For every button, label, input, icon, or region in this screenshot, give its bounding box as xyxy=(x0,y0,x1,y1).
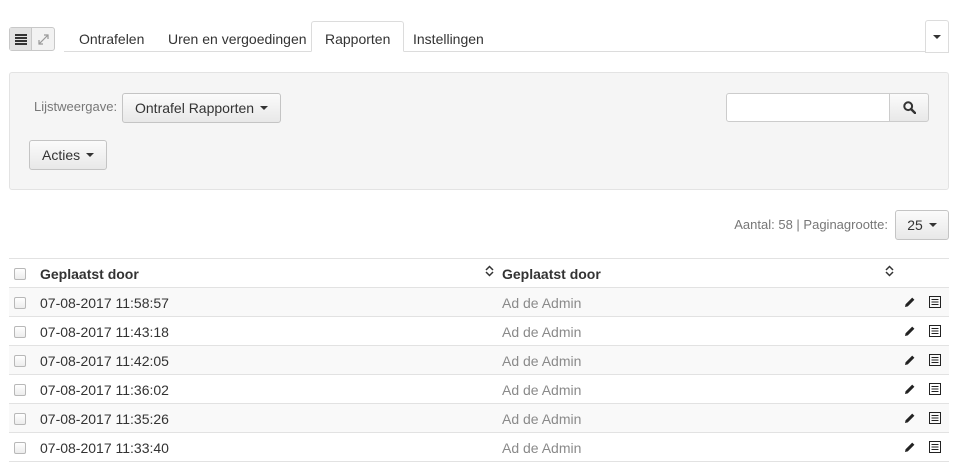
table-row: 07-08-2017 11:43:18 Ad de Admin xyxy=(9,317,949,346)
row-date: 07-08-2017 11:35:26 xyxy=(40,411,169,427)
row-checkbox[interactable] xyxy=(14,355,26,367)
pencil-icon[interactable] xyxy=(903,412,916,425)
list-icon xyxy=(14,33,27,45)
chevron-down-icon xyxy=(928,223,937,227)
row-posted-by: Ad de Admin xyxy=(502,353,582,369)
pencil-icon[interactable] xyxy=(903,383,916,396)
chevron-down-icon xyxy=(86,153,95,157)
sort-icon[interactable] xyxy=(885,265,894,277)
tab-overflow-menu[interactable] xyxy=(925,20,949,53)
reports-table: Geplaatst door Geplaatst door 07-08-2017… xyxy=(9,258,949,462)
row-checkbox[interactable] xyxy=(14,442,26,454)
list-view-label: Lijstweergave: xyxy=(34,99,118,114)
expand-icon xyxy=(37,33,49,45)
actions-dropdown[interactable]: Acties xyxy=(29,140,108,170)
row-posted-by: Ad de Admin xyxy=(502,324,582,340)
pencil-icon[interactable] xyxy=(903,354,916,367)
details-icon[interactable] xyxy=(929,325,941,337)
actions-label: Acties xyxy=(42,147,81,163)
list-view-dropdown[interactable]: Ontrafel Rapporten xyxy=(122,93,282,123)
expand-button[interactable] xyxy=(32,28,54,50)
row-date: 07-08-2017 11:58:57 xyxy=(40,295,169,311)
row-checkbox[interactable] xyxy=(14,384,26,396)
pencil-icon[interactable] xyxy=(903,325,916,338)
filter-panel: Lijstweergave: Ontrafel Rapporten Acties xyxy=(9,72,949,190)
details-icon[interactable] xyxy=(929,441,941,453)
details-icon[interactable] xyxy=(929,296,941,308)
details-icon[interactable] xyxy=(929,354,941,366)
result-summary: Aantal: 58 | Paginagrootte: xyxy=(734,217,888,232)
page-size-value: 25 xyxy=(907,217,923,233)
page-size-label: Paginagrootte: xyxy=(803,217,888,232)
table-row: 07-08-2017 11:35:26 Ad de Admin xyxy=(9,404,949,433)
row-checkbox[interactable] xyxy=(14,297,26,309)
search-icon xyxy=(902,101,916,114)
table-row: 07-08-2017 11:58:57 Ad de Admin xyxy=(9,288,949,317)
page-size-dropdown[interactable]: 25 xyxy=(895,210,949,240)
row-posted-by: Ad de Admin xyxy=(502,440,582,456)
view-toggle xyxy=(9,27,55,51)
list-view-button[interactable] xyxy=(10,28,33,50)
row-date: 07-08-2017 11:36:02 xyxy=(40,382,169,398)
search-input[interactable] xyxy=(726,93,890,122)
row-date: 07-08-2017 11:33:40 xyxy=(40,440,169,456)
chevron-down-icon xyxy=(933,34,941,39)
search-button[interactable] xyxy=(889,93,929,122)
row-checkbox[interactable] xyxy=(14,413,26,425)
column-header-posted-by[interactable]: Geplaatst door xyxy=(502,266,601,282)
table-row: 07-08-2017 11:36:02 Ad de Admin xyxy=(9,375,949,404)
tab-uren-en-vergoedingen[interactable]: Uren en vergoedingen xyxy=(155,21,320,52)
top-tab-bar: Ontrafelen Uren en vergoedingen Rapporte… xyxy=(0,0,960,53)
table-row: 07-08-2017 11:42:05 Ad de Admin xyxy=(9,346,949,375)
details-icon[interactable] xyxy=(929,383,941,395)
select-all-checkbox[interactable] xyxy=(14,268,26,280)
row-posted-by: Ad de Admin xyxy=(502,411,582,427)
row-posted-by: Ad de Admin xyxy=(502,382,582,398)
row-checkbox[interactable] xyxy=(14,326,26,338)
table-row: 07-08-2017 11:33:40 Ad de Admin xyxy=(9,433,949,462)
tab-ontrafelen[interactable]: Ontrafelen xyxy=(66,21,157,52)
chevron-down-icon xyxy=(260,106,269,110)
details-icon[interactable] xyxy=(929,412,941,424)
tab-instellingen[interactable]: Instellingen xyxy=(400,21,497,52)
pencil-icon[interactable] xyxy=(903,441,916,454)
result-count: Aantal: 58 | xyxy=(734,217,800,232)
table-header: Geplaatst door Geplaatst door xyxy=(9,259,949,288)
pencil-icon[interactable] xyxy=(903,296,916,309)
row-posted-by: Ad de Admin xyxy=(502,295,582,311)
row-date: 07-08-2017 11:42:05 xyxy=(40,353,169,369)
list-view-value: Ontrafel Rapporten xyxy=(135,100,255,116)
tab-rapporten[interactable]: Rapporten xyxy=(311,21,405,52)
row-date: 07-08-2017 11:43:18 xyxy=(40,324,169,340)
column-header-date[interactable]: Geplaatst door xyxy=(40,266,139,282)
sort-icon[interactable] xyxy=(485,265,494,277)
